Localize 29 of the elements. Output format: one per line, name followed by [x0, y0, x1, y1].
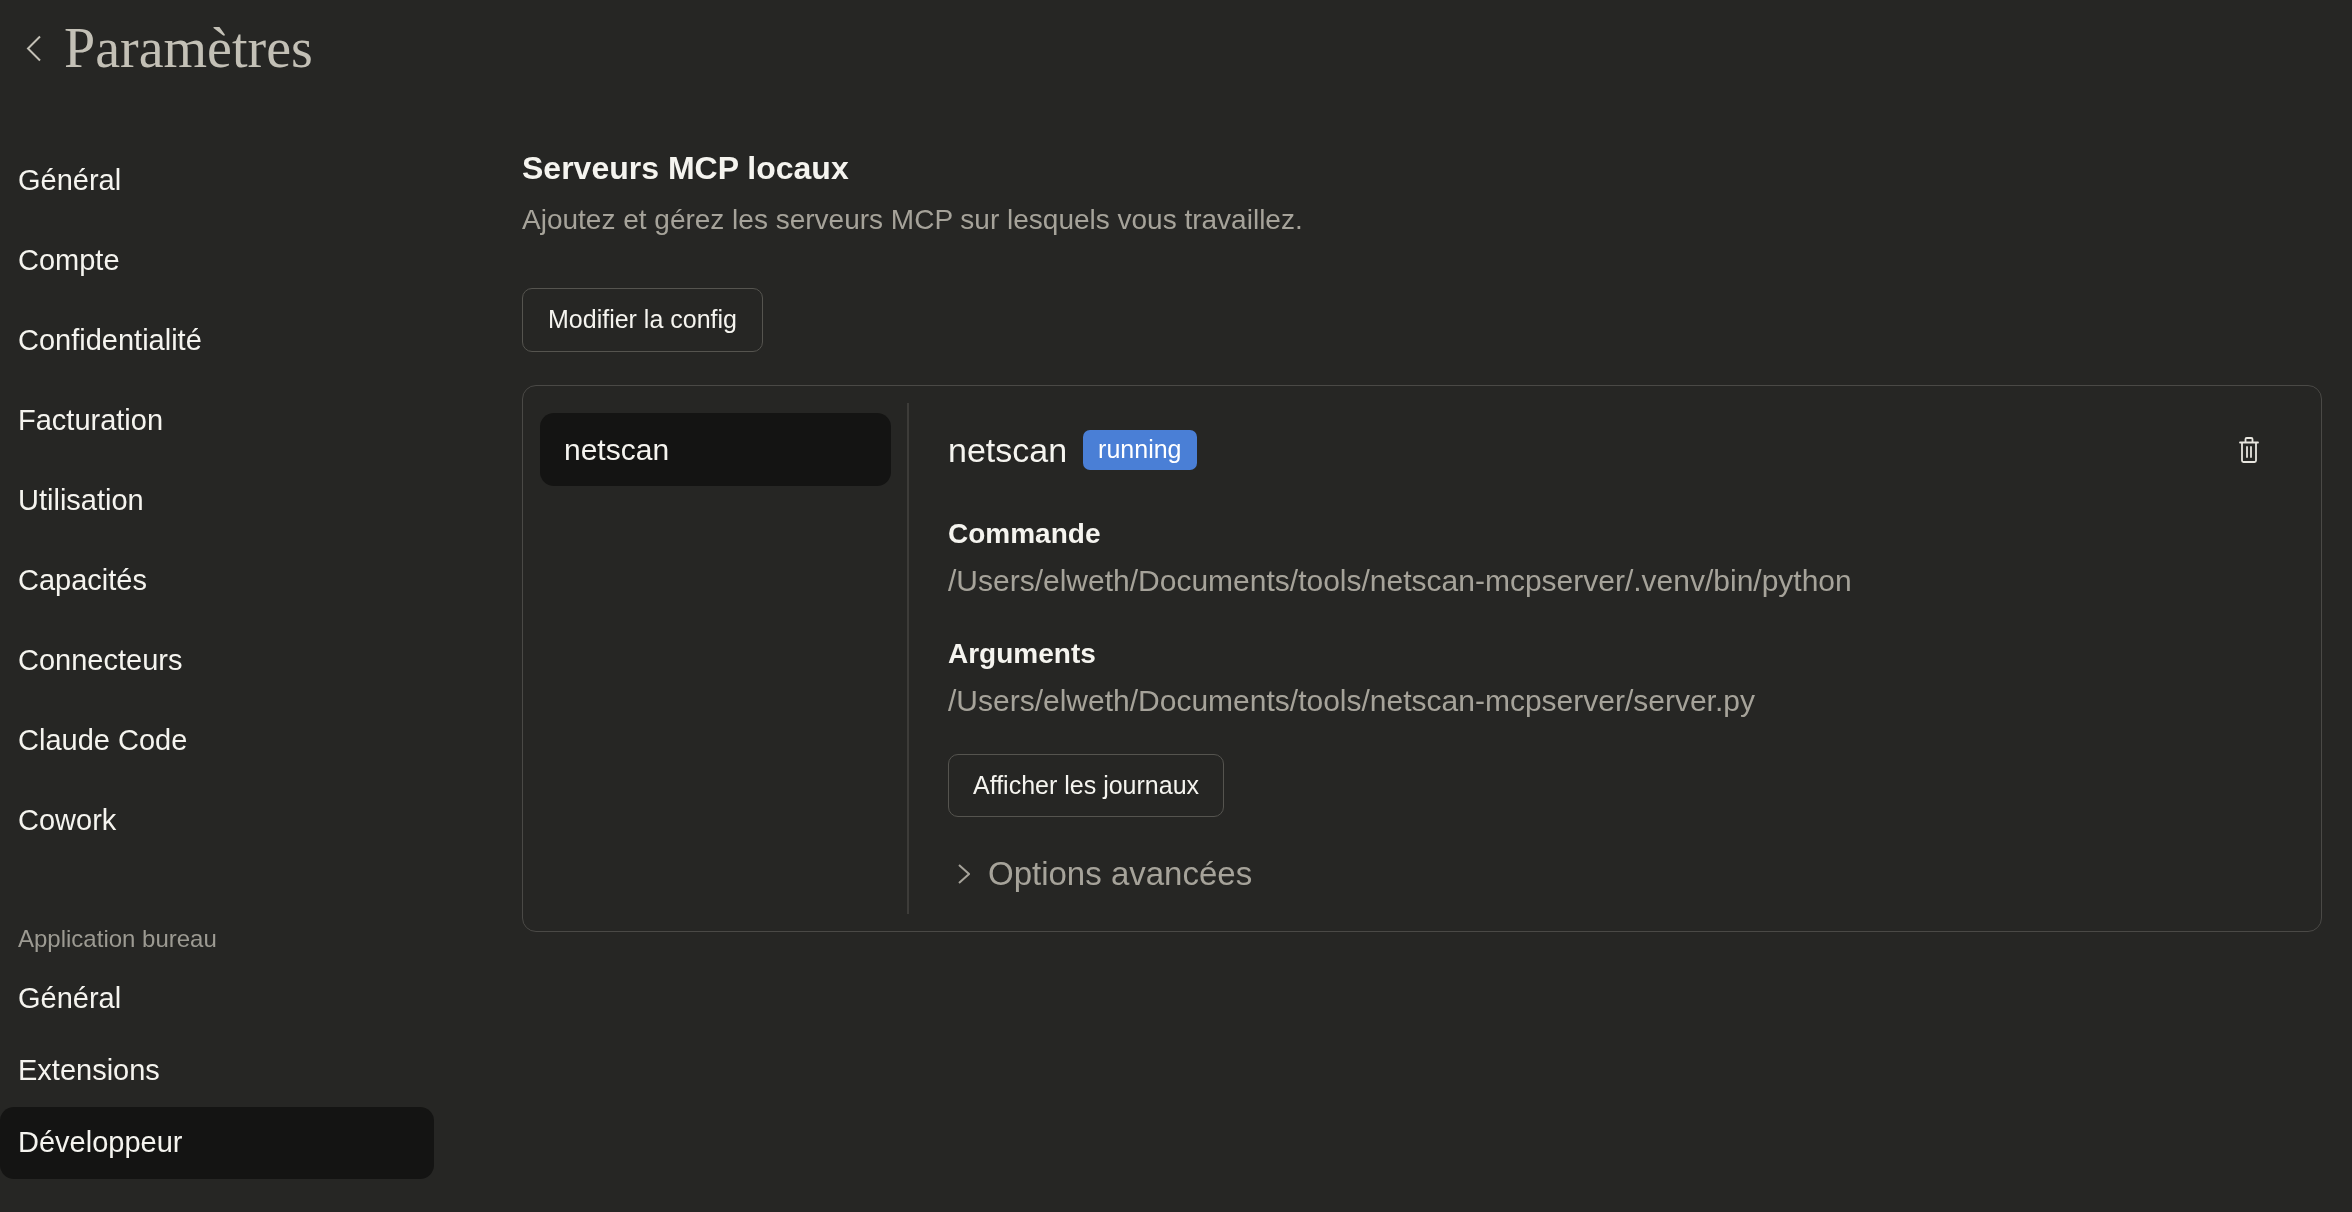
field-value: /Users/elweth/Documents/tools/netscan-mcpserver/server.py — [948, 683, 1755, 719]
field-label: Commande — [948, 517, 1101, 551]
edit-config-button[interactable]: Modifier la config — [522, 288, 763, 352]
sidebar-item[interactable]: Général — [0, 963, 434, 1035]
status-badge: running — [1083, 429, 1197, 470]
sidebar-item[interactable]: Développeur — [0, 1107, 434, 1179]
sidebar-heading: Application bureau — [17, 924, 218, 954]
back-icon[interactable] — [26, 34, 42, 62]
page-title: Paramètres — [64, 16, 313, 80]
sidebar-item[interactable]: Facturation — [0, 381, 434, 461]
sidebar-item[interactable]: Cowork — [0, 781, 434, 861]
server-list-item[interactable]: netscan — [540, 413, 891, 486]
view-logs-button[interactable]: Afficher les journaux — [948, 754, 1225, 817]
sidebar-item[interactable]: Général — [0, 141, 434, 221]
sidebar-item[interactable]: Connecteurs — [0, 621, 434, 701]
sidebar-item[interactable]: Claude Code — [0, 701, 434, 781]
sidebar-item[interactable]: Compte — [0, 221, 434, 301]
sidebar-item[interactable]: Extensions — [0, 1035, 434, 1107]
sidebar-item[interactable]: Capacités — [0, 541, 434, 621]
server-name: netscan — [948, 429, 1068, 471]
chevron-right-icon — [958, 864, 970, 884]
field-value: /Users/elweth/Documents/tools/netscan-mcpserver/.venv/bin/python — [948, 563, 1852, 599]
sidebar-item[interactable]: Confidentialité — [0, 301, 434, 381]
section-title: Serveurs MCP locaux — [522, 149, 849, 188]
advanced-options-toggle[interactable]: Options avancées — [948, 854, 1253, 894]
section-description: Ajoutez et gérez les serveurs MCP sur lesquels vous travaillez. — [522, 203, 1303, 237]
trash-icon[interactable] — [2239, 436, 2259, 463]
field-label: Arguments — [948, 637, 1096, 671]
sidebar-item[interactable]: Utilisation — [0, 461, 434, 541]
